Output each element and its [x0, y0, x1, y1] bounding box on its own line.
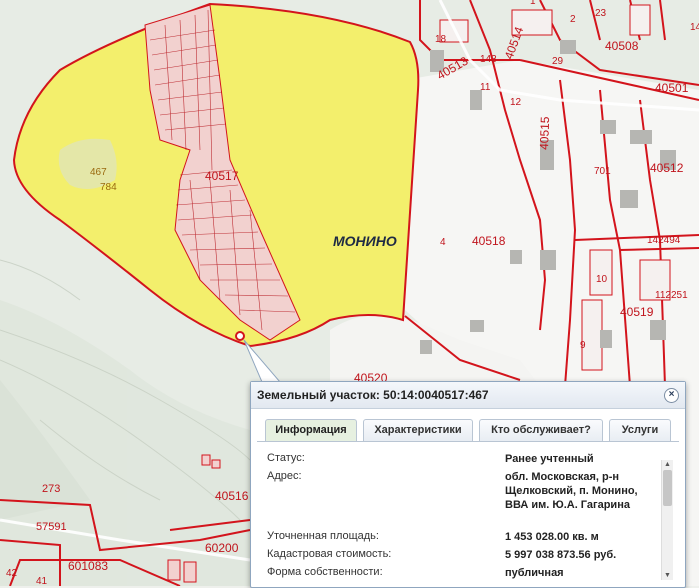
scroll-down-icon[interactable]: ▼	[662, 571, 673, 580]
locality-label: МОНИНО	[333, 233, 397, 249]
parcel-label: 40517	[205, 169, 239, 183]
parcel-label: 40518	[472, 234, 506, 248]
parcel-label: 40516	[215, 489, 249, 503]
parcel-label: 29	[552, 56, 564, 67]
parcel-label: 10	[596, 274, 608, 285]
parcel-label: 112251	[655, 290, 688, 301]
parcel-label: 42	[6, 568, 18, 579]
scrollbar[interactable]: ▲ ▼	[661, 460, 673, 580]
parcel-label: 784	[100, 182, 117, 193]
parcel-label: 14	[690, 22, 699, 33]
parcel-label: 40501	[655, 81, 689, 95]
parcel-label: 701	[594, 166, 611, 177]
parcel-label: 143	[480, 54, 497, 65]
parcel-marker-icon[interactable]	[235, 331, 245, 341]
status-label: Статус:	[267, 452, 305, 464]
ownership-label: Форма собственности:	[267, 566, 383, 578]
cost-label: Кадастровая стоимость:	[267, 548, 392, 560]
address-line: ВВА им. Ю.А. Гагарина	[505, 499, 630, 511]
parcel-label: 18	[435, 34, 447, 45]
cost-value: 5 997 038 873.56 руб.	[505, 549, 617, 561]
popup-header: Земельный участок: 50:14:0040517:467 ×	[251, 382, 685, 409]
parcel-label: 23	[595, 8, 607, 19]
parcel-label: 601083	[68, 559, 108, 573]
parcel-label: 40515	[537, 116, 552, 150]
tab-characteristics[interactable]: Характеристики	[363, 419, 473, 441]
popup-title: Земельный участок: 50:14:0040517:467	[257, 388, 489, 402]
tab-information[interactable]: Информация	[265, 419, 357, 441]
parcel-label: 40512	[650, 161, 684, 175]
parcel-info-popup: Земельный участок: 50:14:0040517:467 × И…	[250, 381, 686, 588]
scroll-up-icon[interactable]: ▲	[662, 460, 673, 469]
tab-who-serves[interactable]: Кто обслуживает?	[479, 419, 603, 441]
parcel-label: 273	[42, 483, 60, 495]
address-label: Адрес:	[267, 470, 302, 482]
close-icon[interactable]: ×	[664, 388, 679, 403]
parcel-label: 40519	[620, 305, 654, 319]
parcel-label: 142494	[647, 235, 681, 246]
info-content: Статус: Ранее учтенный Адрес: обл. Моско…	[259, 446, 671, 582]
tab-services[interactable]: Услуги	[609, 419, 671, 441]
parcel-label: 2	[570, 14, 576, 25]
parcel-label: 1	[530, 0, 536, 7]
scroll-thumb[interactable]	[663, 470, 672, 506]
parcel-label: 11	[480, 82, 491, 93]
parcel-label: 467	[90, 167, 107, 178]
parcel-label: 9	[580, 340, 586, 351]
ownership-value: публичная	[505, 567, 564, 579]
parcel-label: 60200	[205, 541, 239, 555]
parcel-label: 57591	[36, 521, 67, 533]
area-label: Уточненная площадь:	[267, 530, 379, 542]
parcel-label: 12	[510, 97, 522, 108]
area-value: 1 453 028.00 кв. м	[505, 531, 599, 543]
address-value: обл. Московская, р-н Щелковский, п. Мони…	[505, 470, 665, 512]
address-line: Щелковский, п. Монино,	[505, 485, 638, 497]
parcel-label: 4	[440, 237, 446, 248]
parcel-label: 40508	[605, 39, 639, 53]
status-value: Ранее учтенный	[505, 453, 594, 465]
parcel-label: 41	[36, 576, 48, 586]
address-line: обл. Московская, р-н	[505, 471, 620, 483]
